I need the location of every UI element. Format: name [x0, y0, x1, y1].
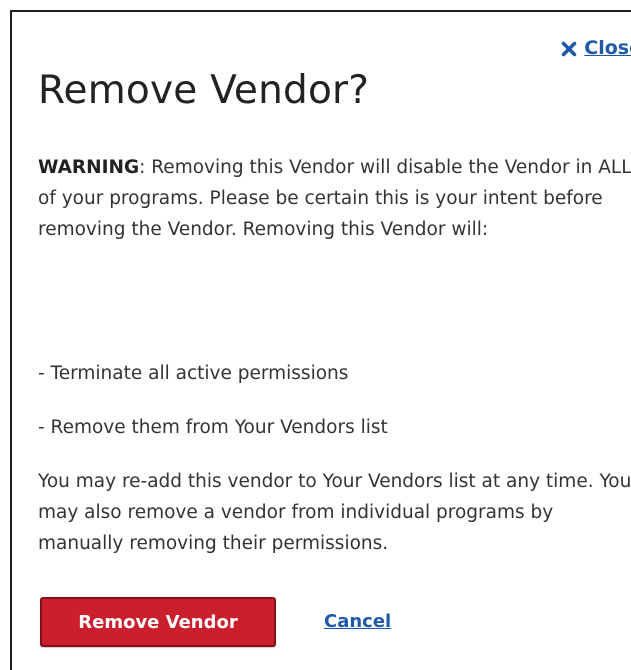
close-label[interactable]: Close [584, 37, 631, 59]
close-icon[interactable] [561, 40, 577, 57]
close-link[interactable]: Close [561, 37, 631, 59]
bullet-remove-from-list: - Remove them from Your Vendors list [38, 417, 388, 438]
remove-vendor-button[interactable]: Remove Vendor [40, 597, 276, 647]
cancel-link[interactable]: Cancel [324, 611, 391, 632]
dialog-title: Remove Vendor? [38, 68, 370, 113]
bullet-terminate-permissions: - Terminate all active permissions [38, 363, 349, 384]
readd-info-paragraph: You may re-add this vendor to Your Vendo… [38, 471, 631, 554]
warning-label: WARNING [38, 157, 140, 178]
remove-vendor-dialog: Close Remove Vendor? WARNING: Removing t… [10, 10, 631, 670]
warning-paragraph: WARNING: Removing this Vendor will disab… [38, 152, 631, 245]
